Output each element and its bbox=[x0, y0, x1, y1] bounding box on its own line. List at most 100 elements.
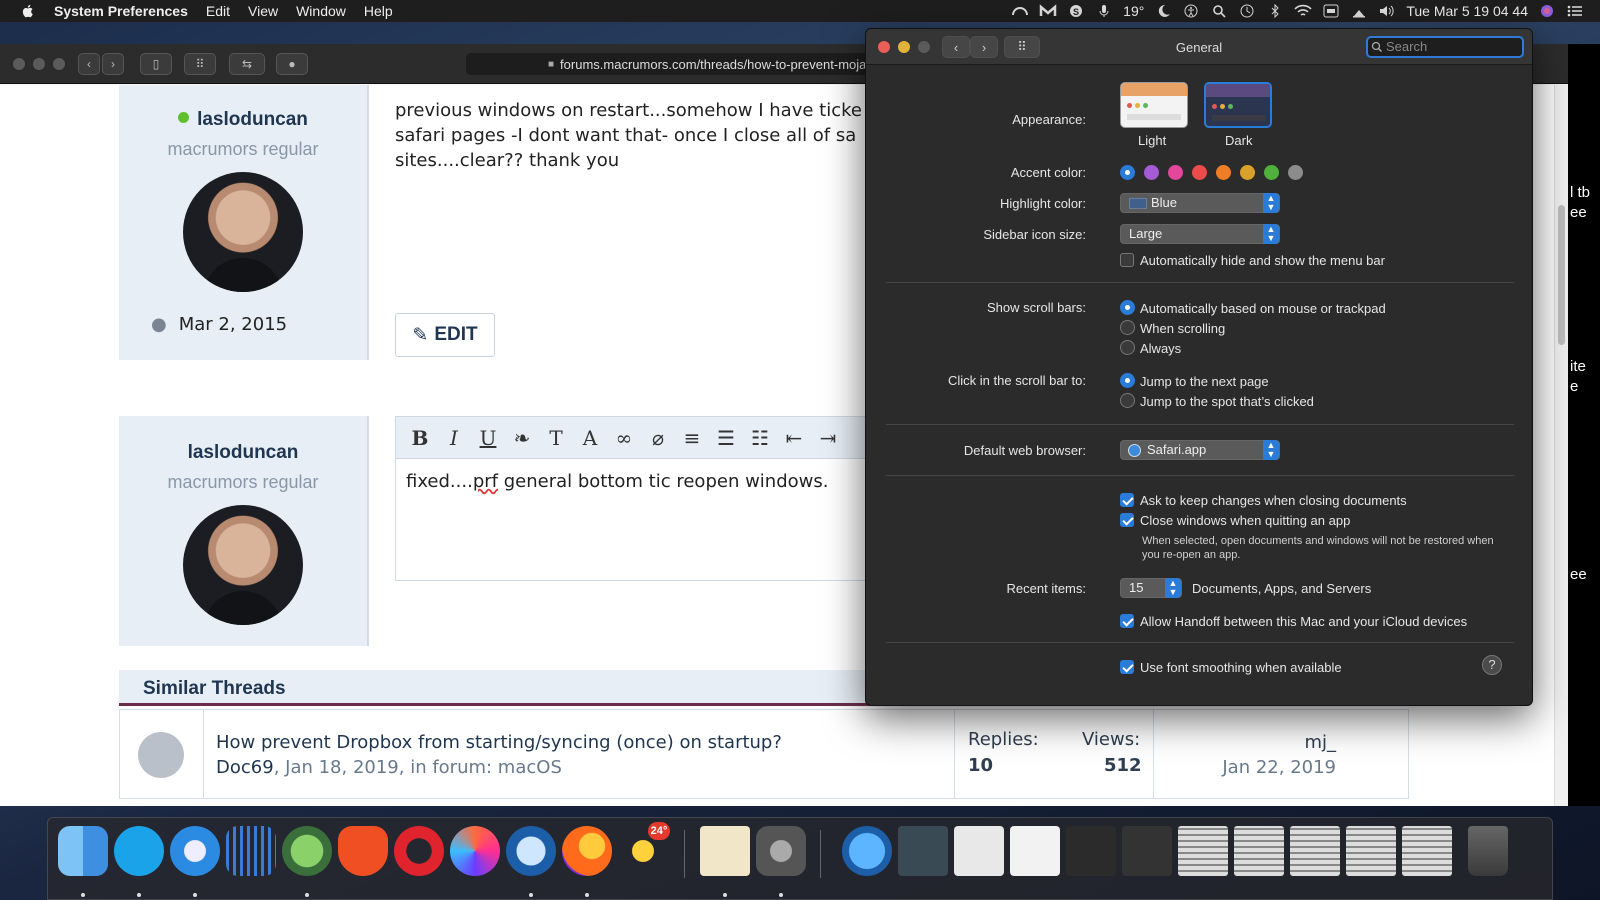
browser-close-button[interactable] bbox=[13, 58, 25, 70]
click-spot-radio[interactable] bbox=[1120, 393, 1135, 408]
minimized-window-icon[interactable] bbox=[1066, 826, 1116, 876]
siri-icon[interactable] bbox=[1538, 4, 1556, 18]
sidebar-toggle-button[interactable]: ▯ bbox=[140, 53, 172, 75]
underline-icon[interactable]: U bbox=[478, 426, 498, 450]
window-thumbnail-icon[interactable] bbox=[954, 826, 1004, 876]
notification-center-icon[interactable] bbox=[1566, 4, 1584, 18]
browser-forward-button[interactable]: › bbox=[102, 53, 124, 75]
activity-monitor-icon[interactable] bbox=[226, 826, 276, 876]
italic-icon[interactable]: I bbox=[444, 426, 464, 450]
downloads-globe-icon[interactable] bbox=[842, 826, 892, 876]
last-post-user[interactable]: mj_ bbox=[1304, 732, 1336, 753]
accent-color-swatch[interactable] bbox=[1144, 165, 1159, 180]
minimized-window-icon[interactable] bbox=[1234, 826, 1284, 876]
adblock-button[interactable]: ● bbox=[276, 53, 308, 75]
bold-icon[interactable]: B bbox=[410, 426, 430, 450]
page-scrollbar[interactable] bbox=[1554, 85, 1568, 806]
prefs-search-input[interactable]: Search bbox=[1366, 36, 1524, 58]
scroll-always-radio[interactable] bbox=[1120, 340, 1135, 355]
opera-icon[interactable] bbox=[394, 826, 444, 876]
system-preferences-dock-icon[interactable] bbox=[756, 826, 806, 876]
minimized-window-icon[interactable] bbox=[1290, 826, 1340, 876]
minimized-window-icon[interactable] bbox=[1178, 826, 1228, 876]
unlink-icon[interactable]: ⌀ bbox=[648, 426, 668, 450]
link-icon[interactable]: ∞ bbox=[614, 426, 634, 450]
volume-icon[interactable] bbox=[1378, 4, 1396, 18]
edit-button[interactable]: ✎ EDIT bbox=[395, 313, 495, 357]
skype-dock-icon[interactable] bbox=[114, 826, 164, 876]
browser-back-button[interactable]: ‹ bbox=[78, 53, 100, 75]
skype-icon[interactable]: S bbox=[1067, 4, 1085, 18]
apple-icon[interactable] bbox=[20, 3, 36, 19]
weather-temperature[interactable]: 19° bbox=[1123, 3, 1144, 19]
menu-window[interactable]: Window bbox=[287, 3, 355, 19]
font-smoothing-checkbox[interactable] bbox=[1120, 660, 1134, 674]
ask-keep-changes-checkbox[interactable] bbox=[1120, 493, 1134, 507]
mailspring-icon[interactable] bbox=[1039, 4, 1057, 18]
finder-icon[interactable] bbox=[58, 826, 108, 876]
highlight-color-popup[interactable]: Blue ▲ ▼ bbox=[1120, 193, 1280, 213]
microphone-icon[interactable] bbox=[1095, 4, 1113, 18]
minimized-window-icon[interactable] bbox=[1122, 826, 1172, 876]
share-button[interactable]: ⇆ bbox=[229, 53, 265, 75]
reply-avatar[interactable] bbox=[183, 505, 303, 625]
thread-author[interactable]: Doc69 bbox=[216, 757, 274, 778]
accessibility-icon[interactable] bbox=[1182, 4, 1200, 18]
accent-color-swatch[interactable] bbox=[1120, 165, 1135, 180]
font-family-icon[interactable]: A bbox=[580, 426, 600, 450]
autohide-menubar-checkbox[interactable] bbox=[1120, 253, 1134, 267]
menu-view[interactable]: View bbox=[239, 3, 287, 19]
menubar-clock[interactable]: Tue Mar 5 19 04 44 bbox=[1406, 3, 1528, 19]
appearance-light-option[interactable] bbox=[1120, 82, 1188, 128]
align-icon[interactable]: ≡ bbox=[682, 426, 702, 450]
scroll-when-radio[interactable] bbox=[1120, 320, 1135, 335]
wifi-icon[interactable] bbox=[1294, 4, 1312, 18]
browser-minimize-button[interactable] bbox=[33, 58, 45, 70]
tab-overview-button[interactable]: ⠿ bbox=[184, 53, 216, 75]
outdent-icon[interactable]: ⇤ bbox=[784, 426, 804, 450]
numbered-list-icon[interactable]: ☷ bbox=[750, 426, 770, 450]
menu-app-name[interactable]: System Preferences bbox=[48, 3, 197, 19]
help-button[interactable]: ? bbox=[1482, 655, 1502, 675]
avatar[interactable] bbox=[183, 172, 303, 292]
document-thumbnail-icon[interactable] bbox=[1010, 826, 1060, 876]
swirl-app-icon[interactable] bbox=[450, 826, 500, 876]
font-size-icon[interactable]: T bbox=[546, 426, 566, 450]
textedit-icon[interactable] bbox=[700, 826, 750, 876]
close-windows-checkbox[interactable] bbox=[1120, 513, 1134, 527]
accent-color-swatch[interactable] bbox=[1192, 165, 1207, 180]
sidebar-icon-size-popup[interactable]: Large ▲ ▼ bbox=[1120, 224, 1280, 244]
airplay-icon[interactable] bbox=[1350, 4, 1368, 18]
creative-cloud-icon[interactable] bbox=[1011, 4, 1029, 18]
default-browser-popup[interactable]: Safari.app ▲ ▼ bbox=[1120, 440, 1280, 460]
time-machine-icon[interactable] bbox=[1238, 4, 1256, 18]
accent-color-swatch[interactable] bbox=[1240, 165, 1255, 180]
safari-dock-icon[interactable] bbox=[170, 826, 220, 876]
spotlight-search-icon[interactable] bbox=[1210, 4, 1228, 18]
firefox-icon[interactable] bbox=[562, 826, 612, 876]
bullet-list-icon[interactable]: ☰ bbox=[716, 426, 736, 450]
minimized-window-icon[interactable] bbox=[1346, 826, 1396, 876]
mountain-app-icon[interactable] bbox=[506, 826, 556, 876]
handoff-checkbox[interactable] bbox=[1120, 614, 1134, 628]
menu-edit[interactable]: Edit bbox=[197, 3, 239, 19]
accent-color-swatch[interactable] bbox=[1288, 165, 1303, 180]
reply-username[interactable]: lasloduncan bbox=[119, 442, 367, 464]
keyboard-input-icon[interactable] bbox=[1322, 4, 1340, 18]
scrollbar-thumb[interactable] bbox=[1558, 205, 1565, 345]
click-next-page-radio[interactable] bbox=[1120, 373, 1135, 388]
minimized-window-icon[interactable] bbox=[1402, 826, 1452, 876]
moon-icon[interactable] bbox=[1154, 4, 1172, 18]
bluetooth-icon[interactable] bbox=[1266, 3, 1284, 19]
thread-title-link[interactable]: How prevent Dropbox from starting/syncin… bbox=[216, 732, 782, 753]
accent-color-swatch[interactable] bbox=[1216, 165, 1231, 180]
globe-app-icon[interactable] bbox=[282, 826, 332, 876]
post-username[interactable]: lasloduncan bbox=[197, 109, 308, 130]
text-color-icon[interactable]: ❧ bbox=[512, 426, 532, 450]
accent-color-swatch[interactable] bbox=[1168, 165, 1183, 180]
printer-icon[interactable] bbox=[898, 826, 948, 876]
scroll-auto-radio[interactable] bbox=[1120, 300, 1135, 315]
trash-icon[interactable] bbox=[1468, 826, 1508, 876]
appearance-dark-option[interactable] bbox=[1204, 82, 1272, 128]
indent-icon[interactable]: ⇥ bbox=[818, 426, 838, 450]
